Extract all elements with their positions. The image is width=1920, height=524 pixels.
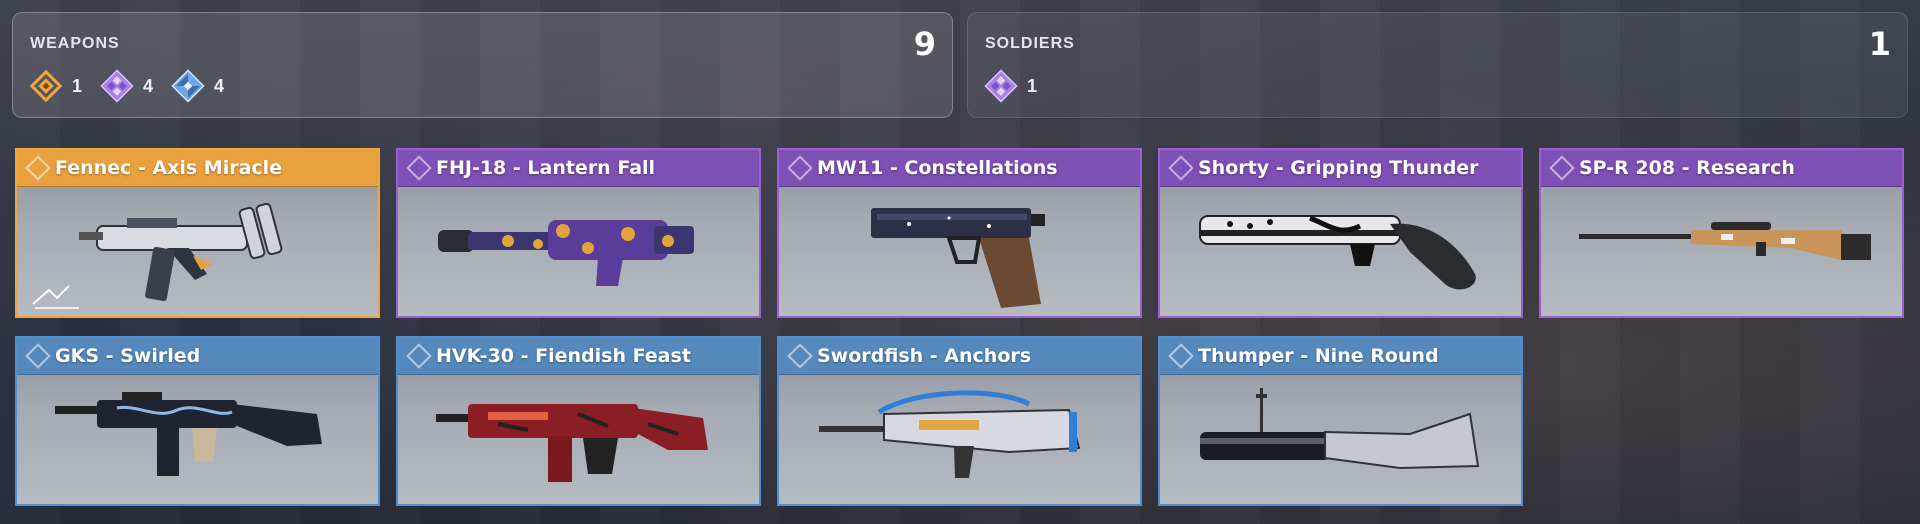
- item-title-bar: Swordfish - Anchors: [779, 338, 1140, 375]
- rarity-gem-icon: [406, 343, 432, 369]
- rarity-gem-icon: [1168, 343, 1194, 369]
- weapon-image-burst-rifle: [779, 374, 1140, 504]
- rarity-gem-icon: [25, 155, 51, 181]
- item-title: Fennec - Axis Miracle: [55, 157, 283, 179]
- rarity-gem-icon: [1549, 155, 1575, 181]
- item-title: SP-R 208 - Research: [1579, 157, 1795, 179]
- weapons-rarity-counts: 1 4 4: [29, 69, 242, 103]
- item-title-bar: GKS - Swirled: [17, 338, 378, 375]
- item-card-sp-r-208[interactable]: SP-R 208 - Research: [1539, 148, 1904, 318]
- item-title: Swordfish - Anchors: [817, 345, 1032, 367]
- item-title: GKS - Swirled: [55, 345, 201, 367]
- epic-gem-icon: [100, 69, 134, 103]
- item-card-swordfish[interactable]: Swordfish - Anchors: [777, 336, 1142, 506]
- weapons-summary-label: WEAPONS: [30, 35, 120, 52]
- item-title: Shorty - Gripping Thunder: [1198, 157, 1479, 179]
- epic-count-value: 4: [143, 75, 154, 96]
- rare-count: 4: [171, 69, 224, 103]
- soldiers-rarity-counts: 1: [984, 69, 1055, 103]
- rarity-gem-icon: [787, 155, 813, 181]
- weapon-image-pistol: [779, 186, 1140, 316]
- weapon-image-launcher: [398, 186, 759, 316]
- item-card-fhj-18[interactable]: FHJ-18 - Lantern Fall: [396, 148, 761, 318]
- item-title: Thumper - Nine Round: [1198, 345, 1439, 367]
- legendary-count-value: 1: [72, 75, 83, 96]
- weapon-image-shotgun: [1160, 186, 1521, 316]
- rarity-gem-icon: [25, 343, 51, 369]
- item-title-bar: SP-R 208 - Research: [1541, 150, 1902, 187]
- soldiers-summary-panel: SOLDIERS 1 1: [967, 12, 1908, 118]
- item-title: HVK-30 - Fiendish Feast: [436, 345, 691, 367]
- soldiers-total-count: 1: [1868, 25, 1891, 63]
- weapon-image-assault-rifle: [398, 374, 759, 504]
- legendary-count: 1: [29, 69, 82, 103]
- gesture-watermark-icon: [32, 285, 79, 309]
- item-card-mw11[interactable]: MW11 - Constellations: [777, 148, 1142, 318]
- rare-count-value: 4: [214, 75, 225, 96]
- item-card-hvk-30[interactable]: HVK-30 - Fiendish Feast: [396, 336, 761, 506]
- epic-count: 4: [100, 69, 153, 103]
- item-title: FHJ-18 - Lantern Fall: [436, 157, 656, 179]
- rarity-gem-icon: [1168, 155, 1194, 181]
- item-title-bar: MW11 - Constellations: [779, 150, 1140, 187]
- weapon-image-rifle: [1541, 186, 1902, 316]
- soldier-epic-count-value: 1: [1027, 75, 1038, 96]
- item-card-fennec[interactable]: Fennec - Axis Miracle: [15, 148, 380, 318]
- soldiers-summary-label: SOLDIERS: [985, 35, 1075, 52]
- rare-gem-icon: [171, 69, 205, 103]
- weapons-total-count: 9: [913, 25, 936, 63]
- item-grid: Fennec - Axis Miracle FHJ-18 - Lantern F…: [15, 148, 1904, 506]
- item-title-bar: Thumper - Nine Round: [1160, 338, 1521, 375]
- item-title-bar: FHJ-18 - Lantern Fall: [398, 150, 759, 187]
- weapon-image-smg-compact: [17, 374, 378, 504]
- item-card-gks[interactable]: GKS - Swirled: [15, 336, 380, 506]
- item-title-bar: HVK-30 - Fiendish Feast: [398, 338, 759, 375]
- rarity-gem-icon: [406, 155, 432, 181]
- soldier-epic-count: 1: [984, 69, 1037, 103]
- item-title-bar: Shorty - Gripping Thunder: [1160, 150, 1521, 187]
- epic-gem-icon: [984, 69, 1018, 103]
- weapon-image-grenade-launcher: [1160, 374, 1521, 504]
- rarity-gem-icon: [787, 343, 813, 369]
- weapons-summary-panel: WEAPONS 9 1 4 4: [12, 12, 953, 118]
- legendary-gem-icon: [29, 69, 63, 103]
- item-card-thumper[interactable]: Thumper - Nine Round: [1158, 336, 1523, 506]
- item-title-bar: Fennec - Axis Miracle: [17, 150, 378, 187]
- item-card-shorty[interactable]: Shorty - Gripping Thunder: [1158, 148, 1523, 318]
- item-title: MW11 - Constellations: [817, 157, 1058, 179]
